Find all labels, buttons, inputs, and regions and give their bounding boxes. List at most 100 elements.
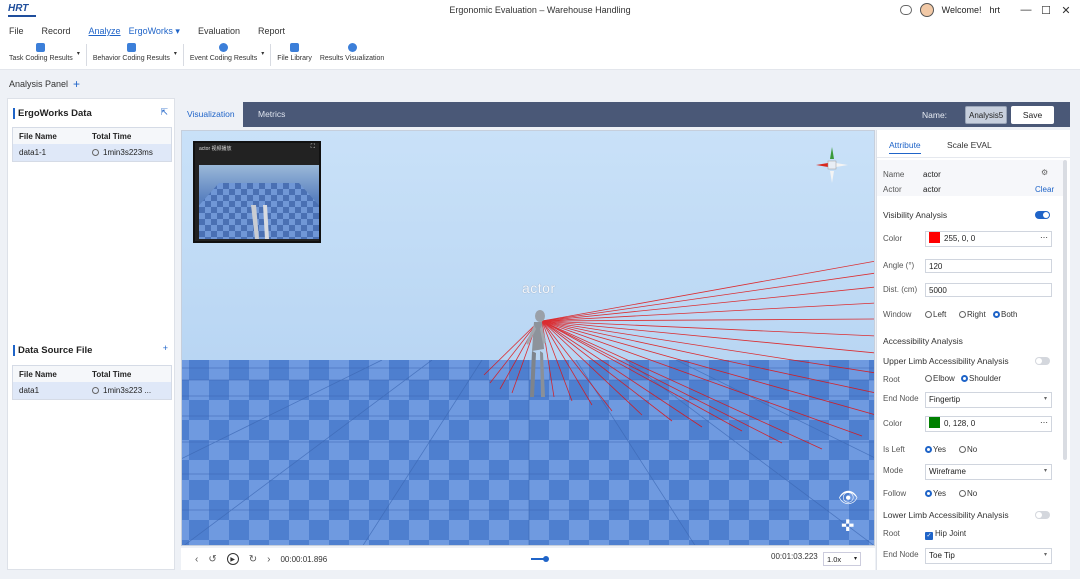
ergoworks-data-title: ErgoWorks Data [13, 108, 92, 119]
window-left-radio[interactable]: Left [925, 310, 946, 319]
toolbar: Task Coding Results ▾ Behavior Coding Re… [0, 40, 1080, 70]
actor-label: Actor [883, 185, 902, 194]
accessibility-analysis-title: Accessibility Analysis [883, 336, 963, 346]
close-button[interactable]: ✕ [1060, 4, 1072, 17]
scrollbar[interactable] [1063, 160, 1067, 460]
end-node-select[interactable]: Fingertip ▾ [925, 392, 1052, 408]
behavior-coding-icon [126, 43, 136, 52]
analysis-name-input[interactable]: Analysis5 [965, 106, 1007, 124]
event-coding-results-button[interactable]: Event Coding Results [186, 40, 261, 62]
orientation-gizmo[interactable] [812, 145, 852, 185]
window-right-radio[interactable]: Right [959, 310, 986, 319]
menu-analyze[interactable]: Analyze [89, 26, 121, 36]
row-file-name: data1 [19, 386, 40, 395]
data-source-table: File Name Total Time data1 1min3s223 ... [12, 365, 172, 400]
chevron-down-icon: ▾ [853, 556, 857, 562]
add-analysis-button[interactable]: + [73, 78, 80, 90]
mode-label: Mode [883, 466, 904, 475]
step-forward-icon[interactable]: ↻ [249, 554, 257, 565]
tab-metrics[interactable]: Metrics [252, 102, 291, 127]
color-swatch [929, 232, 940, 244]
progress-handle[interactable] [543, 556, 549, 562]
follow-no-radio[interactable]: No [959, 489, 977, 498]
col-total-time: Total Time [92, 131, 132, 141]
mode-select[interactable]: Wireframe ▾ [925, 464, 1052, 480]
event-coding-icon [219, 43, 229, 52]
welcome-text: Welcome! [941, 5, 982, 15]
hip-joint-checkbox[interactable]: ✓ Hip Joint [925, 529, 966, 540]
upper-limb-title: Upper Limb Accessibility Analysis [883, 356, 1009, 366]
tab-scale-eval[interactable]: Scale EVAL [947, 140, 992, 150]
prev-icon[interactable]: ‹ [195, 554, 198, 565]
cloud-icon[interactable] [899, 5, 912, 15]
is-left-no-radio[interactable]: No [959, 445, 977, 454]
more-icon[interactable]: ⋯ [1040, 418, 1048, 427]
file-library-button[interactable]: File Library [273, 40, 316, 62]
avatar[interactable] [919, 3, 934, 17]
upper-color-field[interactable]: 0, 128, 0 ⋯ [925, 416, 1052, 432]
follow-label: Follow [883, 489, 907, 498]
root-shoulder-radio[interactable]: Shoulder [961, 374, 1001, 383]
locate-center-icon[interactable]: ✜ [841, 516, 854, 536]
step-back-icon[interactable]: ↺ [208, 554, 216, 565]
is-left-yes-radio[interactable]: Yes [925, 445, 946, 454]
tab-attribute[interactable]: Attribute [889, 140, 921, 154]
behavior-coding-results-button[interactable]: Behavior Coding Results [89, 40, 174, 62]
dist-input[interactable]: 5000 [925, 283, 1052, 297]
angle-label: Angle (°) [883, 261, 915, 270]
lower-end-node-label: End Node [883, 550, 919, 559]
more-icon[interactable]: ⋯ [1040, 233, 1048, 242]
table-row[interactable]: data1-1 1min3s223ms [13, 144, 171, 161]
play-button[interactable]: ▶ [226, 553, 239, 565]
lower-end-node-select[interactable]: Toe Tip ▾ [925, 548, 1052, 564]
visibility-eye-icon[interactable]: 👁 [838, 488, 858, 508]
maximize-button[interactable]: ☐ [1040, 4, 1052, 17]
add-data-source-button[interactable]: + [163, 343, 168, 353]
chevron-down-icon[interactable]: ▾ [77, 50, 80, 57]
analysis-name-label: Name: [922, 110, 948, 120]
chevron-down-icon[interactable]: ▾ [261, 50, 264, 57]
clear-link[interactable]: Clear [1035, 185, 1054, 194]
table-row[interactable]: data1 1min3s223 ... [13, 382, 171, 399]
menu-ergoworks[interactable]: ErgoWorks ▾ [129, 26, 180, 37]
visibility-color-field[interactable]: 255, 0, 0 ⋯ [925, 231, 1052, 247]
color-swatch [929, 417, 940, 429]
menu-report[interactable]: Report [258, 26, 285, 36]
tab-visualization[interactable]: Visualization [181, 102, 243, 127]
window-label: Window [883, 310, 912, 319]
window-both-radio[interactable]: Both [993, 310, 1017, 319]
current-time: 00:00:01.896 [280, 554, 328, 564]
table-header: File Name Total Time [13, 366, 171, 382]
menu-evaluation[interactable]: Evaluation [198, 26, 240, 36]
follow-yes-radio[interactable]: Yes [925, 489, 946, 498]
toolbar-divider [270, 44, 272, 66]
save-button[interactable]: Save [1011, 106, 1054, 124]
speed-select[interactable]: 1.0x ▾ [823, 552, 861, 566]
menu-file[interactable]: File [9, 26, 24, 36]
chevron-down-icon[interactable]: ▾ [174, 50, 177, 57]
upper-color-value: 0, 128, 0 [944, 419, 976, 428]
settings-icon[interactable]: ⚙ [1041, 168, 1048, 177]
3d-viewport[interactable]: actor actor 视频播放 ⛶ 👁 ✜ [181, 130, 875, 546]
task-coding-results-button[interactable]: Task Coding Results [5, 40, 77, 62]
user-name[interactable]: hrt [989, 5, 1000, 15]
lower-limb-toggle[interactable] [1035, 511, 1050, 519]
next-icon[interactable]: › [267, 554, 270, 565]
chevron-down-icon: ▾ [1043, 552, 1047, 558]
minimize-button[interactable]: — [1020, 4, 1032, 16]
angle-input[interactable]: 120 [925, 259, 1052, 273]
results-visualization-button[interactable]: Results Visualization [316, 40, 388, 62]
upper-color-label: Color [883, 419, 903, 428]
export-icon[interactable]: ⇱ [160, 107, 168, 118]
hrt-logo: HRT [8, 3, 36, 17]
visibility-toggle[interactable] [1035, 211, 1050, 219]
expand-icon[interactable]: ⛶ [311, 144, 315, 151]
upper-limb-toggle[interactable] [1035, 357, 1050, 365]
lower-limb-title: Lower Limb Accessibility Analysis [883, 510, 1009, 520]
video-frame [199, 165, 319, 239]
menu-record[interactable]: Record [42, 26, 71, 36]
video-preview[interactable]: actor 视频播放 ⛶ [193, 141, 321, 243]
root-elbow-radio[interactable]: Elbow [925, 374, 955, 383]
ergoworks-data-table: File Name Total Time data1-1 1min3s223ms [12, 127, 172, 162]
dist-label: Dist. (cm) [883, 285, 918, 294]
